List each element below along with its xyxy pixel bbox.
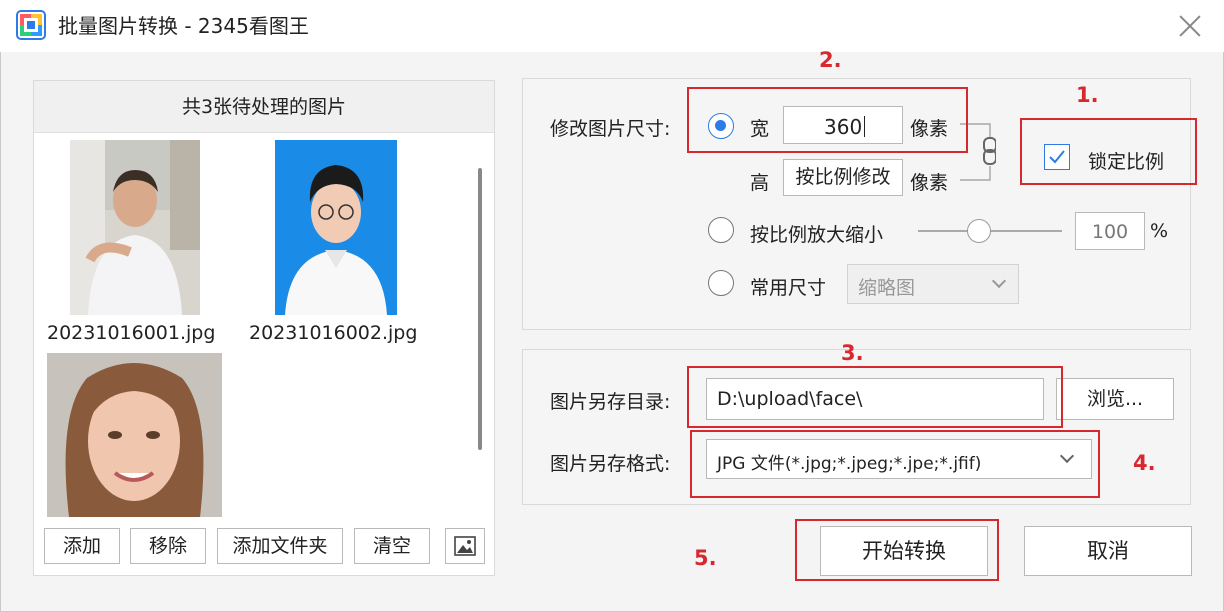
common-size-value: 缩略图 — [858, 277, 916, 299]
file-name-1: 20231016001.jpg — [47, 322, 216, 344]
common-size-label: 常用尺寸 — [750, 277, 827, 299]
image-count-header: 共3张待处理的图片 — [34, 81, 494, 133]
annotation-number-3: 3. — [841, 341, 864, 365]
cancel-button[interactable]: 取消 — [1024, 526, 1192, 576]
file-name-2: 20231016002.jpg — [249, 322, 418, 344]
common-size-select[interactable]: 缩略图 — [847, 264, 1019, 304]
thumbnail-photo-1[interactable] — [70, 140, 200, 315]
clear-button[interactable]: 清空 — [354, 528, 430, 564]
image-icon — [454, 536, 476, 556]
browse-button[interactable]: 浏览... — [1056, 378, 1174, 420]
annotation-box-5 — [795, 519, 999, 581]
annotation-box-1 — [1020, 118, 1197, 185]
close-icon[interactable] — [1176, 12, 1204, 40]
annotation-box-2 — [687, 87, 968, 153]
output-dir-label: 图片另存目录: — [550, 391, 671, 413]
height-input[interactable]: 按比例修改 — [783, 159, 903, 196]
add-folder-button[interactable]: 添加文件夹 — [217, 528, 343, 564]
image-list-scrollbar[interactable] — [478, 168, 482, 450]
output-format-label: 图片另存格式: — [550, 453, 671, 475]
height-unit: 像素 — [910, 172, 949, 194]
annotation-number-5: 5. — [694, 546, 717, 570]
window-title: 批量图片转换 - 2345看图王 — [58, 14, 309, 38]
scale-input[interactable]: 100 — [1075, 212, 1145, 250]
annotation-number-2: 2. — [819, 48, 842, 72]
thumbnail-photo-2[interactable] — [275, 140, 397, 315]
annotation-number-4: 4. — [1133, 451, 1156, 475]
scale-unit: % — [1150, 220, 1169, 242]
scale-radio[interactable] — [708, 217, 734, 243]
app-logo-icon — [16, 10, 46, 40]
annotation-box-3 — [687, 366, 1063, 428]
thumbnail-photo-3[interactable] — [47, 353, 222, 517]
annotation-box-4 — [690, 430, 1100, 498]
add-button[interactable]: 添加 — [44, 528, 120, 564]
view-image-button[interactable] — [445, 528, 485, 564]
common-size-radio[interactable] — [708, 270, 734, 296]
annotation-number-1: 1. — [1076, 83, 1099, 107]
chevron-down-icon — [991, 273, 1007, 289]
scale-label: 按比例放大缩小 — [750, 224, 884, 246]
scale-slider-thumb[interactable] — [967, 219, 991, 243]
remove-button[interactable]: 移除 — [130, 528, 206, 564]
height-label: 高 — [750, 172, 770, 194]
resize-label: 修改图片尺寸: — [550, 118, 671, 140]
